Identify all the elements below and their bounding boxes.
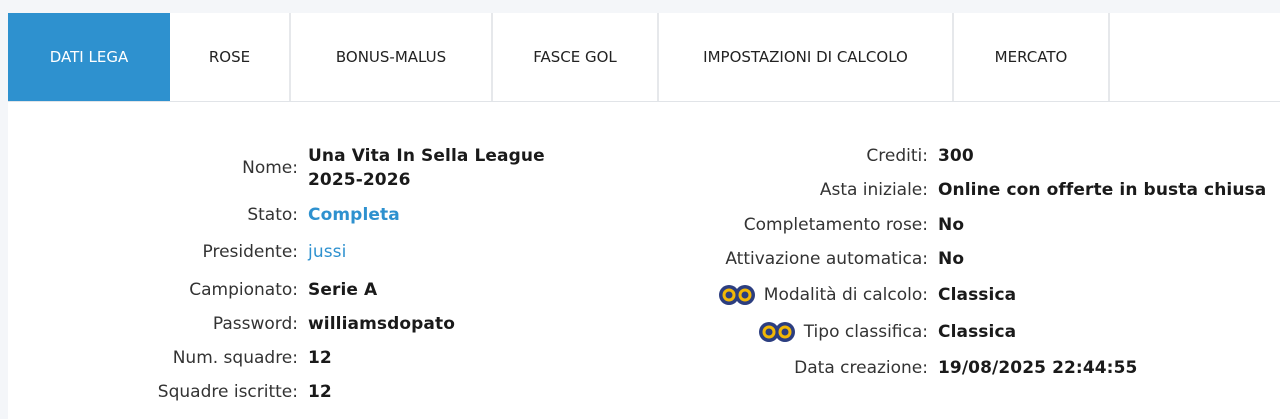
crediti-value: 300 xyxy=(938,146,974,166)
tab-impostazioni-calcolo[interactable]: IMPOSTAZIONI DI CALCOLO xyxy=(659,13,954,101)
field-completamento-rose: Completamento rose: No xyxy=(8,213,964,237)
field-asta-iniziale: Asta iniziale: Online con offerte in bus… xyxy=(8,178,1266,202)
tab-bar: DATI LEGA ROSE BONUS-MALUS FASCE GOL IMP… xyxy=(8,13,1280,102)
asta-value: Online con offerte in busta chiusa xyxy=(938,180,1267,200)
tab-fasce-gol[interactable]: FASCE GOL xyxy=(493,13,659,101)
field-squadre-iscritte: Squadre iscritte: 12 xyxy=(8,380,332,404)
data-label: Data creazione: xyxy=(794,358,928,378)
modalita-label-wrap: Modalità di calcolo: xyxy=(8,283,928,307)
tipo-label: Tipo classifica: xyxy=(803,322,928,342)
tab-bonus-malus[interactable]: BONUS-MALUS xyxy=(291,13,493,101)
completamento-value: No xyxy=(938,215,965,235)
squadre-iscritte-value: 12 xyxy=(308,382,332,402)
attivazione-label: Attivazione automatica: xyxy=(725,249,928,269)
league-panel: DATI LEGA ROSE BONUS-MALUS FASCE GOL IMP… xyxy=(8,13,1280,419)
squadre-iscritte-label: Squadre iscritte: xyxy=(157,382,298,402)
tab-dati-lega[interactable]: DATI LEGA xyxy=(8,13,170,101)
data-value: 19/08/2025 22:44:55 xyxy=(938,358,1138,378)
crediti-label: Crediti: xyxy=(866,146,928,166)
field-modalita-calcolo: Modalità di calcolo: Classica xyxy=(8,283,1016,307)
attivazione-value: No xyxy=(938,249,965,269)
classic-calc-icon xyxy=(718,285,755,305)
completamento-label: Completamento rose: xyxy=(743,215,928,235)
classic-ranking-icon xyxy=(758,322,795,342)
field-attivazione-automatica: Attivazione automatica: No xyxy=(8,247,964,271)
field-data-creazione: Data creazione: 19/08/2025 22:44:55 xyxy=(8,356,1137,380)
tipo-value: Classica xyxy=(938,322,1017,342)
tab-mercato[interactable]: MERCATO xyxy=(954,13,1110,101)
field-tipo-classifica: Tipo classifica: Classica xyxy=(8,320,1016,344)
tipo-label-wrap: Tipo classifica: xyxy=(8,320,928,344)
asta-label: Asta iniziale: xyxy=(819,180,928,200)
tab-rose[interactable]: ROSE xyxy=(170,13,291,101)
field-crediti: Crediti: 300 xyxy=(8,144,974,168)
modalita-value: Classica xyxy=(938,285,1017,305)
modalita-label: Modalità di calcolo: xyxy=(763,285,928,305)
